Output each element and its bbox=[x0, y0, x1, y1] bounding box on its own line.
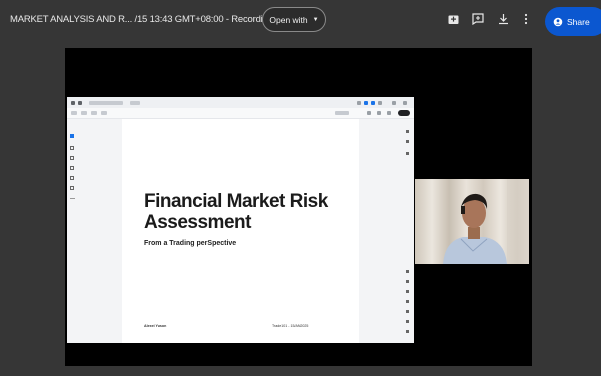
more-vert-icon[interactable] bbox=[519, 12, 533, 26]
text-tool-icon[interactable] bbox=[70, 176, 74, 180]
slide-title: Financial Market Risk Assessment bbox=[144, 191, 328, 233]
file-title: MARKET ANALYSIS AND R... /15 13:43 GMT+0… bbox=[10, 14, 273, 25]
slide-tool-rail bbox=[67, 119, 122, 343]
share-button[interactable]: Share bbox=[545, 7, 601, 36]
viewer-header: MARKET ANALYSIS AND R... /15 13:43 GMT+0… bbox=[0, 0, 601, 42]
caret-down-icon: ▼ bbox=[312, 16, 319, 23]
image-tool-icon[interactable] bbox=[70, 186, 74, 190]
app-toolbar bbox=[67, 108, 414, 119]
zoom-tool-icon[interactable] bbox=[70, 146, 74, 150]
add-to-drive-icon[interactable] bbox=[446, 12, 460, 26]
presenter-video-frame bbox=[415, 179, 529, 264]
select-tool-icon[interactable] bbox=[70, 134, 74, 138]
presenter-side-toolbar bbox=[403, 122, 414, 342]
presenter-webcam bbox=[415, 179, 529, 264]
slide-subtitle: From a Trading perSpective bbox=[144, 240, 237, 247]
share-person-icon bbox=[553, 17, 563, 26]
share-label: Share bbox=[567, 16, 590, 27]
open-with-label: Open with bbox=[269, 14, 308, 25]
open-with-button[interactable]: Open with ▼ bbox=[262, 7, 326, 32]
pen-tool-icon[interactable] bbox=[70, 156, 74, 160]
shared-screen: Financial Market Risk Assessment From a … bbox=[67, 97, 414, 343]
add-comment-icon[interactable] bbox=[471, 12, 485, 26]
download-icon[interactable] bbox=[496, 12, 510, 26]
slide-footer: Trade101 - 15/AN2025 bbox=[272, 324, 309, 328]
shape-tool-icon[interactable] bbox=[70, 166, 74, 170]
slide-page: Financial Market Risk Assessment From a … bbox=[122, 119, 359, 343]
slide-author: Alexei Yuson bbox=[144, 324, 167, 328]
